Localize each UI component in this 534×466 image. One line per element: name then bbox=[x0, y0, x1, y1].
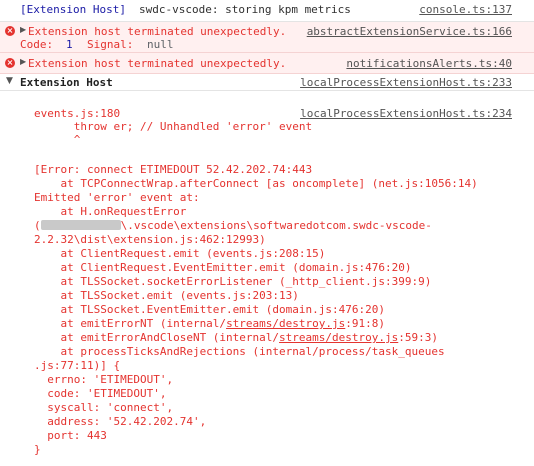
stack-file-link[interactable]: streams/destroy.js bbox=[226, 317, 345, 330]
error-message: Extension host terminated unexpectedly. bbox=[28, 25, 287, 38]
error-message: Extension host terminated unexpectedly. bbox=[28, 57, 287, 70]
source-link[interactable]: localProcessExtensionHost.ts:233 bbox=[300, 76, 512, 89]
stack-line: } bbox=[34, 443, 41, 456]
path-open-paren: ( bbox=[34, 219, 41, 232]
source-link[interactable]: console.ts:137 bbox=[419, 3, 512, 16]
console-error-row[interactable]: × ▶ Extension host terminated unexpected… bbox=[0, 53, 534, 74]
console-panel: [Extension Host] swdc-vscode: storing kp… bbox=[0, 0, 534, 466]
log-message: swdc-vscode: storing kpm metrics bbox=[139, 3, 351, 16]
error-icon: × bbox=[5, 26, 15, 36]
log-prefix: [Extension Host] bbox=[20, 3, 126, 16]
source-link[interactable]: notificationsAlerts.ts:40 bbox=[346, 57, 512, 70]
stack-line: at emitErrorAndCloseNT (internal/streams… bbox=[34, 331, 438, 344]
signal-value: null bbox=[147, 38, 174, 51]
stack-text: at emitErrorNT (internal/ bbox=[34, 317, 227, 330]
stack-line: ^ bbox=[34, 133, 81, 146]
stack-text: at emitErrorAndCloseNT (internal/ bbox=[34, 331, 280, 344]
console-log-row[interactable]: [Extension Host] swdc-vscode: storing kp… bbox=[0, 0, 534, 22]
stack-line: errno: 'ETIMEDOUT', bbox=[34, 373, 174, 386]
path-rest: \.vscode\extensions\softwaredotcom.swdc-… bbox=[120, 219, 432, 232]
stack-line: events.js:180 bbox=[34, 107, 121, 120]
stack-line: throw er; // Unhandled 'error' event bbox=[34, 120, 313, 133]
expand-triangle-icon[interactable]: ▶ bbox=[20, 57, 26, 66]
expand-triangle-icon[interactable]: ▶ bbox=[20, 25, 26, 34]
stack-line: at ClientRequest.emit (events.js:208:15) bbox=[34, 247, 326, 260]
redacted-username bbox=[40, 220, 121, 230]
stack-line: at emitErrorNT (internal/streams/destroy… bbox=[34, 317, 385, 330]
stack-line: at TLSSocket.socketErrorListener (_http_… bbox=[34, 275, 432, 288]
stack-line: port: 443 bbox=[34, 429, 107, 442]
source-link[interactable]: abstractExtensionService.ts:166 bbox=[307, 25, 512, 38]
stack-line: code: 'ETIMEDOUT', bbox=[34, 387, 167, 400]
console-error-row[interactable]: × ▶ Extension host terminated unexpected… bbox=[0, 22, 534, 53]
stack-text: :59:3) bbox=[398, 331, 439, 344]
error-icon: × bbox=[5, 58, 15, 68]
stack-line: at TCPConnectWrap.afterConnect [as oncom… bbox=[34, 177, 478, 190]
source-link[interactable]: localProcessExtensionHost.ts:234 bbox=[300, 107, 512, 120]
stack-line: [Error: connect ETIMEDOUT 52.42.202.74:4… bbox=[34, 163, 313, 176]
signal-label: Signal: bbox=[87, 38, 134, 51]
stack-line: Emitted 'error' event at: bbox=[34, 191, 200, 204]
code-label: Code: bbox=[20, 38, 54, 51]
collapse-triangle-icon[interactable]: ▼ bbox=[6, 76, 13, 86]
stack-file-link[interactable]: streams/destroy.js bbox=[279, 331, 398, 344]
stack-line: at ClientRequest.EventEmitter.emit (doma… bbox=[34, 261, 412, 274]
stack-line: .js:77:11)] { bbox=[34, 359, 121, 372]
stack-line-path: ( \.vscode\extensions\softwaredotcom.swdc… bbox=[34, 219, 432, 232]
group-title: Extension Host bbox=[20, 76, 113, 89]
code-value: 1 bbox=[66, 38, 73, 51]
stack-line: at TLSSocket.emit (events.js:203:13) bbox=[34, 289, 299, 302]
stack-line: at H.onRequestError bbox=[34, 205, 187, 218]
stack-line: 2.2.32\dist\extension.js:462:12993) bbox=[34, 233, 266, 246]
stack-line: address: '52.42.202.74', bbox=[34, 415, 207, 428]
console-group-header[interactable]: ▼ Extension Host localProcessExtensionHo… bbox=[0, 74, 534, 91]
stack-line: syscall: 'connect', bbox=[34, 401, 174, 414]
stack-line: at TLSSocket.EventEmitter.emit (domain.j… bbox=[34, 303, 385, 316]
stack-line: at processTicksAndRejections (internal/p… bbox=[34, 345, 445, 358]
stack-trace-block: localProcessExtensionHost.ts:234 events.… bbox=[0, 107, 534, 466]
stack-text: :91:8) bbox=[345, 317, 386, 330]
